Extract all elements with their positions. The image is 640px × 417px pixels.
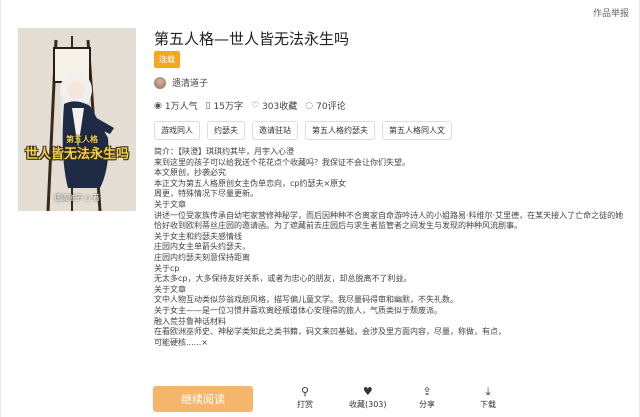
eye-icon: ◉: [154, 100, 162, 111]
tag-item[interactable]: 第五人格同人文: [382, 121, 452, 140]
description-line: 关于文章: [154, 284, 186, 294]
description-line[interactable]: 可能硬核......×: [154, 338, 624, 349]
tag-item[interactable]: 约瑟夫: [207, 121, 245, 140]
status-badge: 连载: [154, 51, 180, 68]
report-link[interactable]: 作品举报: [593, 6, 629, 19]
description-line: 文中人物互动类似莎翁戏剧风格，描写偏儿童文学。我尽量码得审和幽默，不失礼数。: [154, 295, 458, 305]
heart-icon: ♡: [251, 100, 260, 111]
book-title: 第五人格—世人皆无法永生吗: [154, 30, 350, 48]
download-button[interactable]: ⤓ 下载: [480, 385, 496, 410]
description-line: 融入荒芬鲁神话材料: [154, 316, 226, 326]
author-name[interactable]: 遗清道子: [172, 76, 208, 89]
favorites-stat: ♡ 303收藏: [251, 99, 298, 113]
description-line: 关于文章: [154, 199, 186, 209]
action-bar: 继续阅读 ⚲ 打赏 ♥ 收藏(303) ⇪ 分享 ⤓ 下载: [1, 378, 639, 417]
description-line: 来到这里的孩子可以给我送个花花点个收藏吗？我保证不会让你们失望。: [154, 157, 410, 167]
tag-item[interactable]: 邀请驻站: [252, 121, 298, 140]
description-line: 在看欧洲巫师史、神秘学类知此之类书籍，码文来凹基础，会涉及里方面内容，尽量，称做…: [154, 327, 506, 337]
popularity-stat: ◉ 1万人气: [154, 99, 198, 113]
tag-list: 游戏同人 约瑟夫 邀请驻站 第五人格约瑟夫 第五人格同人文: [154, 121, 459, 140]
comment-icon: ◌: [305, 100, 314, 111]
comments-stat: ◌ 70评论: [305, 99, 346, 113]
favorite-button[interactable]: ♥ 收藏(303): [349, 385, 387, 410]
description-line: 关于女主和约瑟夫感情线: [154, 231, 242, 241]
tag-item[interactable]: 第五人格约瑟夫: [305, 121, 375, 140]
book-stats: ◉ 1万人气 ▯ 15万字 ♡ 303收藏 ◌ 70评论: [154, 99, 354, 113]
popularity-value: 1万人气: [164, 102, 198, 112]
avatar[interactable]: [154, 76, 166, 89]
cover-author-text: 遗清道子 ○ 著: [54, 194, 100, 202]
word-count-stat: ▯ 15万字: [205, 99, 243, 113]
cover-top-text: 第五人格: [66, 135, 98, 144]
cover-illustration: [18, 28, 136, 211]
heart-icon: ♥: [362, 385, 373, 398]
book-cover[interactable]: 第五人格 世人皆无法永生吗 遗清道子 ○ 著: [18, 28, 136, 211]
tag-item[interactable]: 游戏同人: [154, 121, 200, 140]
book-description: 简介：【陕澄】琪琪约其毕，月宇入心澄 来到这里的孩子可以给我送个花花点个收藏吗？…: [154, 147, 624, 348]
comments-value: 70评论: [316, 102, 346, 112]
description-line: 简介：【陕澄】琪琪约其毕，月宇入心澄: [154, 147, 294, 156]
description-line: 讲述一位受家族传承自幼宅家营修神秘学，而后因种种不合离家自命游吟诗人的小姐路易·…: [154, 210, 624, 231]
description-line: 庄园内约瑟夫刻意保持距离: [154, 252, 250, 262]
tip-label: 打赏: [297, 400, 313, 409]
favorite-label: 收藏(303): [349, 400, 387, 409]
share-icon: ⇪: [422, 385, 432, 398]
description-line: 关于cp: [154, 263, 180, 273]
description-line: 无太多cp，大多保持友好关系，或者为忠心的朋友，却总脱离不了利益。: [154, 274, 412, 284]
description-line: 关于女主——是一位习惯并喜欢离经叛道体心安理得的旅人，气质类似于颓废派。: [154, 305, 442, 315]
download-icon: ⤓: [485, 385, 491, 398]
favorites-value: 303收藏: [262, 102, 298, 112]
share-button[interactable]: ⇪ 分享: [419, 385, 435, 410]
wand-icon: ⚲: [300, 385, 310, 398]
author-info[interactable]: 遗清道子: [154, 76, 208, 89]
book-detail-page: 作品举报 第五人格 世人皆无法永生吗 遗清道子 ○ 著 第五人格—世人皆无法永生…: [0, 0, 640, 417]
description-line: 周更，特殊情况下尽量更新。: [154, 189, 258, 199]
cover-title-text: 世人皆无法永生吗: [24, 147, 129, 162]
description-line: 本文原创，抄袭必究: [154, 168, 226, 178]
description-line: 庄园内女主单箭头约瑟夫，: [154, 242, 250, 252]
continue-reading-button[interactable]: 继续阅读: [153, 386, 253, 412]
description-line: 本正文为第五人格原创女主伪单恋向，cp约瑟夫×原女: [154, 178, 347, 188]
download-label: 下载: [480, 400, 496, 409]
document-icon: ▯: [205, 100, 211, 111]
word-count-value: 15万字: [213, 102, 243, 112]
tip-button[interactable]: ⚲ 打赏: [297, 385, 313, 410]
share-label: 分享: [419, 400, 435, 409]
